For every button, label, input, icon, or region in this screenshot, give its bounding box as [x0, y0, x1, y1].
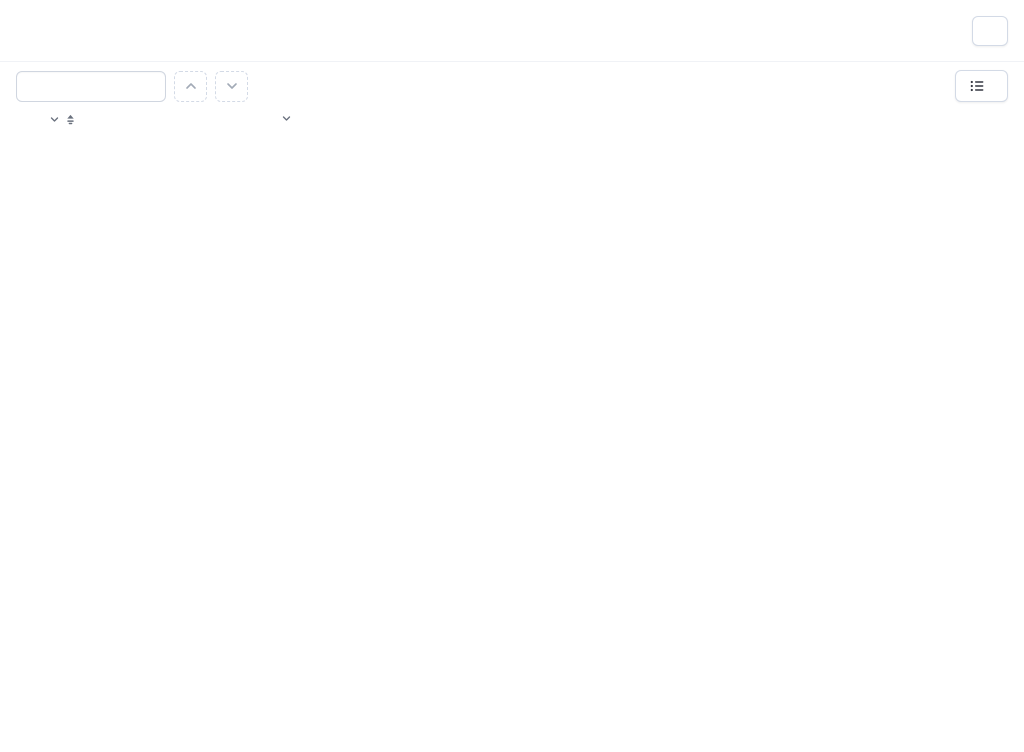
search-spans-input[interactable]	[16, 71, 166, 102]
chevron-down-icon	[282, 114, 291, 123]
chevron-down-icon	[50, 115, 59, 124]
previous-match-button[interactable]	[174, 71, 207, 102]
chevron-down-icon	[226, 80, 238, 92]
spans-toolbar	[0, 62, 1024, 110]
rerun-button[interactable]	[972, 16, 1008, 46]
timeline-axis	[456, 110, 1024, 136]
fields-button[interactable]	[955, 70, 1008, 102]
page-header	[0, 0, 1024, 62]
fields-list-icon	[970, 79, 984, 93]
column-header-name[interactable]	[44, 114, 76, 125]
next-match-button[interactable]	[215, 71, 248, 102]
column-header-service-name[interactable]	[276, 114, 291, 123]
waterfall-table-header	[0, 110, 1024, 136]
sort-icon[interactable]	[65, 114, 76, 125]
chevron-up-icon	[185, 80, 197, 92]
